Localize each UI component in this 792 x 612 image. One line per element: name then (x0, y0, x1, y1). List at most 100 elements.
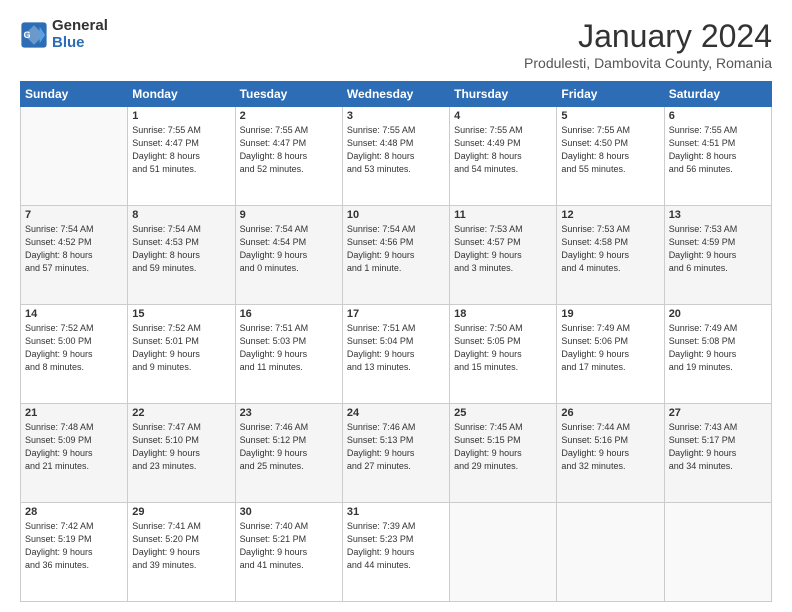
calendar-cell: 20 Sunrise: 7:49 AM Sunset: 5:08 PM Dayli… (664, 305, 771, 404)
day-info: Sunrise: 7:55 AM Sunset: 4:51 PM Dayligh… (669, 124, 767, 176)
calendar-cell: 27 Sunrise: 7:43 AM Sunset: 5:17 PM Dayli… (664, 404, 771, 503)
day-number: 9 (240, 209, 338, 221)
weekday-header-saturday: Saturday (664, 82, 771, 107)
page: G General Blue January 2024 Produlesti, … (0, 0, 792, 612)
calendar-cell: 28 Sunrise: 7:42 AM Sunset: 5:19 PM Dayli… (21, 503, 128, 602)
day-number: 13 (669, 209, 767, 221)
day-number: 11 (454, 209, 552, 221)
day-info: Sunrise: 7:41 AM Sunset: 5:20 PM Dayligh… (132, 520, 230, 572)
day-info: Sunrise: 7:53 AM Sunset: 4:58 PM Dayligh… (561, 223, 659, 275)
day-number: 23 (240, 407, 338, 419)
day-number: 24 (347, 407, 445, 419)
day-info: Sunrise: 7:43 AM Sunset: 5:17 PM Dayligh… (669, 421, 767, 473)
day-info: Sunrise: 7:52 AM Sunset: 5:00 PM Dayligh… (25, 322, 123, 374)
calendar-cell: 21 Sunrise: 7:48 AM Sunset: 5:09 PM Dayli… (21, 404, 128, 503)
day-info: Sunrise: 7:54 AM Sunset: 4:53 PM Dayligh… (132, 223, 230, 275)
day-number: 2 (240, 110, 338, 122)
calendar-cell: 12 Sunrise: 7:53 AM Sunset: 4:58 PM Dayli… (557, 206, 664, 305)
logo-icon: G (20, 21, 48, 49)
day-info: Sunrise: 7:44 AM Sunset: 5:16 PM Dayligh… (561, 421, 659, 473)
calendar-cell (664, 503, 771, 602)
day-number: 29 (132, 506, 230, 518)
day-info: Sunrise: 7:54 AM Sunset: 4:54 PM Dayligh… (240, 223, 338, 275)
calendar-cell: 4Sunrise: 7:55 AM Sunset: 4:49 PM Daylig… (450, 107, 557, 206)
calendar-cell: 6Sunrise: 7:55 AM Sunset: 4:51 PM Daylig… (664, 107, 771, 206)
header: G General Blue January 2024 Produlesti, … (20, 18, 772, 71)
calendar-cell (21, 107, 128, 206)
day-info: Sunrise: 7:51 AM Sunset: 5:04 PM Dayligh… (347, 322, 445, 374)
calendar-cell: 7 Sunrise: 7:54 AM Sunset: 4:52 PM Daylig… (21, 206, 128, 305)
day-number: 27 (669, 407, 767, 419)
weekday-header-thursday: Thursday (450, 82, 557, 107)
day-info: Sunrise: 7:49 AM Sunset: 5:08 PM Dayligh… (669, 322, 767, 374)
day-number: 28 (25, 506, 123, 518)
day-number: 15 (132, 308, 230, 320)
day-number: 17 (347, 308, 445, 320)
day-number: 8 (132, 209, 230, 221)
calendar-cell: 19 Sunrise: 7:49 AM Sunset: 5:06 PM Dayli… (557, 305, 664, 404)
calendar-cell: 11 Sunrise: 7:53 AM Sunset: 4:57 PM Dayli… (450, 206, 557, 305)
calendar-cell: 16 Sunrise: 7:51 AM Sunset: 5:03 PM Dayli… (235, 305, 342, 404)
calendar-cell: 22 Sunrise: 7:47 AM Sunset: 5:10 PM Dayli… (128, 404, 235, 503)
day-info: Sunrise: 7:53 AM Sunset: 4:59 PM Dayligh… (669, 223, 767, 275)
day-info: Sunrise: 7:55 AM Sunset: 4:50 PM Dayligh… (561, 124, 659, 176)
day-info: Sunrise: 7:55 AM Sunset: 4:47 PM Dayligh… (132, 124, 230, 176)
day-number: 1 (132, 110, 230, 122)
day-number: 3 (347, 110, 445, 122)
svg-text:G: G (24, 29, 31, 39)
day-number: 12 (561, 209, 659, 221)
logo-text: General Blue (52, 18, 108, 51)
day-number: 31 (347, 506, 445, 518)
calendar-cell: 31 Sunrise: 7:39 AM Sunset: 5:23 PM Dayli… (342, 503, 449, 602)
day-info: Sunrise: 7:51 AM Sunset: 5:03 PM Dayligh… (240, 322, 338, 374)
day-number: 25 (454, 407, 552, 419)
weekday-header-friday: Friday (557, 82, 664, 107)
day-info: Sunrise: 7:45 AM Sunset: 5:15 PM Dayligh… (454, 421, 552, 473)
calendar-cell: 9 Sunrise: 7:54 AM Sunset: 4:54 PM Daylig… (235, 206, 342, 305)
day-info: Sunrise: 7:55 AM Sunset: 4:49 PM Dayligh… (454, 124, 552, 176)
calendar-cell: 1 Sunrise: 7:55 AM Sunset: 4:47 PM Daylig… (128, 107, 235, 206)
day-info: Sunrise: 7:55 AM Sunset: 4:47 PM Dayligh… (240, 124, 338, 176)
day-number: 5 (561, 110, 659, 122)
day-info: Sunrise: 7:53 AM Sunset: 4:57 PM Dayligh… (454, 223, 552, 275)
calendar-cell: 30Sunrise: 7:40 AM Sunset: 5:21 PM Dayli… (235, 503, 342, 602)
day-number: 20 (669, 308, 767, 320)
day-number: 26 (561, 407, 659, 419)
weekday-header-tuesday: Tuesday (235, 82, 342, 107)
day-number: 14 (25, 308, 123, 320)
day-number: 16 (240, 308, 338, 320)
day-info: Sunrise: 7:40 AM Sunset: 5:21 PM Dayligh… (240, 520, 338, 572)
calendar-cell: 17 Sunrise: 7:51 AM Sunset: 5:04 PM Dayli… (342, 305, 449, 404)
day-info: Sunrise: 7:52 AM Sunset: 5:01 PM Dayligh… (132, 322, 230, 374)
day-info: Sunrise: 7:54 AM Sunset: 4:56 PM Dayligh… (347, 223, 445, 275)
day-number: 18 (454, 308, 552, 320)
day-info: Sunrise: 7:42 AM Sunset: 5:19 PM Dayligh… (25, 520, 123, 572)
calendar-cell: 23Sunrise: 7:46 AM Sunset: 5:12 PM Dayli… (235, 404, 342, 503)
calendar-cell: 5 Sunrise: 7:55 AM Sunset: 4:50 PM Daylig… (557, 107, 664, 206)
calendar-cell: 29 Sunrise: 7:41 AM Sunset: 5:20 PM Dayli… (128, 503, 235, 602)
day-number: 22 (132, 407, 230, 419)
day-info: Sunrise: 7:54 AM Sunset: 4:52 PM Dayligh… (25, 223, 123, 275)
calendar-week-row: 1 Sunrise: 7:55 AM Sunset: 4:47 PM Daylig… (21, 107, 772, 206)
day-info: Sunrise: 7:48 AM Sunset: 5:09 PM Dayligh… (25, 421, 123, 473)
calendar-cell: 3Sunrise: 7:55 AM Sunset: 4:48 PM Daylig… (342, 107, 449, 206)
calendar-cell (557, 503, 664, 602)
day-info: Sunrise: 7:39 AM Sunset: 5:23 PM Dayligh… (347, 520, 445, 572)
day-info: Sunrise: 7:49 AM Sunset: 5:06 PM Dayligh… (561, 322, 659, 374)
day-number: 7 (25, 209, 123, 221)
calendar-cell: 18 Sunrise: 7:50 AM Sunset: 5:05 PM Dayli… (450, 305, 557, 404)
calendar-table: SundayMondayTuesdayWednesdayThursdayFrid… (20, 81, 772, 602)
day-number: 21 (25, 407, 123, 419)
day-info: Sunrise: 7:47 AM Sunset: 5:10 PM Dayligh… (132, 421, 230, 473)
calendar-header-row: SundayMondayTuesdayWednesdayThursdayFrid… (21, 82, 772, 107)
day-info: Sunrise: 7:46 AM Sunset: 5:13 PM Dayligh… (347, 421, 445, 473)
calendar-cell: 8 Sunrise: 7:54 AM Sunset: 4:53 PM Daylig… (128, 206, 235, 305)
subtitle: Produlesti, Dambovita County, Romania (524, 55, 772, 71)
calendar-cell: 2 Sunrise: 7:55 AM Sunset: 4:47 PM Daylig… (235, 107, 342, 206)
logo-blue-text: Blue (52, 35, 108, 52)
calendar-week-row: 21 Sunrise: 7:48 AM Sunset: 5:09 PM Dayli… (21, 404, 772, 503)
weekday-header-wednesday: Wednesday (342, 82, 449, 107)
calendar-week-row: 14 Sunrise: 7:52 AM Sunset: 5:00 PM Dayli… (21, 305, 772, 404)
day-number: 19 (561, 308, 659, 320)
day-info: Sunrise: 7:50 AM Sunset: 5:05 PM Dayligh… (454, 322, 552, 374)
